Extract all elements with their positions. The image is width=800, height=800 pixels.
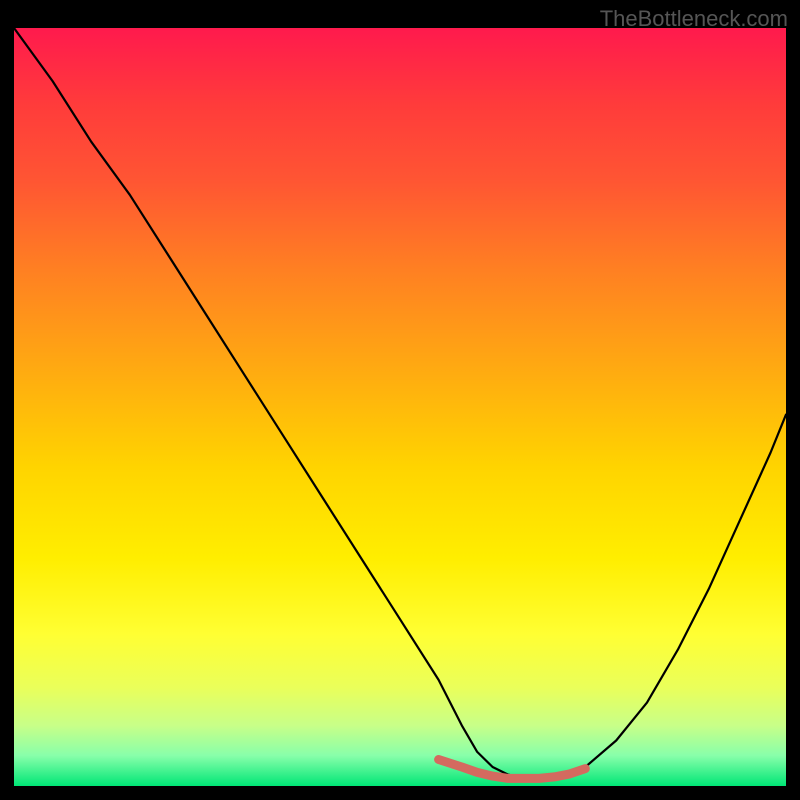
highlight-curve-path: [439, 760, 586, 779]
chart-svg: [14, 28, 786, 786]
chart-area: [14, 28, 786, 786]
main-curve-path: [14, 28, 786, 778]
watermark-text: TheBottleneck.com: [600, 6, 788, 32]
